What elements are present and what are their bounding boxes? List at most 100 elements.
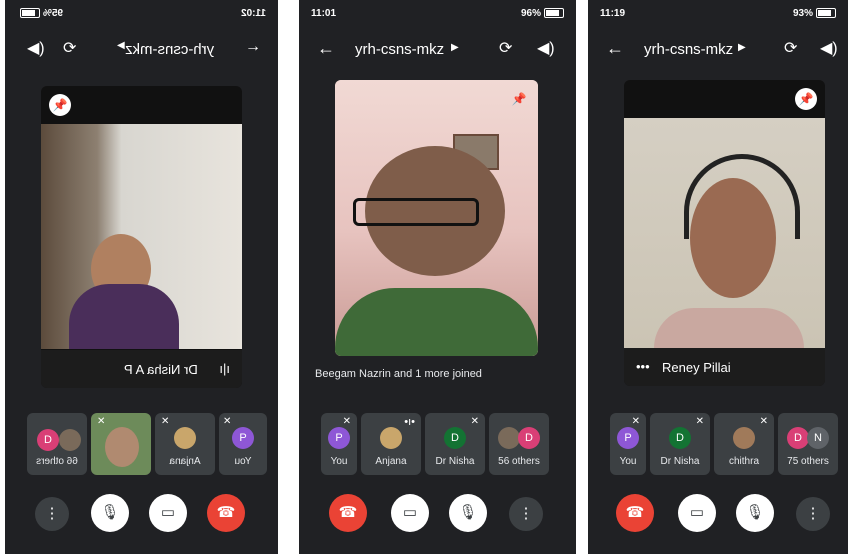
participant-label: You — [330, 456, 348, 467]
participant-chip[interactable]: •ı• Anjana — [361, 413, 421, 475]
avatar — [380, 427, 402, 449]
video-frame — [41, 124, 242, 349]
avatar: P — [232, 427, 254, 449]
pin-icon[interactable]: 📌 — [795, 88, 817, 110]
battery-indicator: 95% — [17, 8, 63, 19]
end-call-button[interactable]: ☎ — [329, 494, 367, 532]
participant-label: chithra — [728, 456, 759, 467]
status-bar: 95% 11:02 — [5, 6, 278, 22]
participant-label: Anjana — [169, 456, 201, 467]
avatar: P — [328, 427, 350, 449]
main-video-tile[interactable]: 📌 Dr Nisha A P ı|ı — [41, 86, 242, 388]
participant-chip[interactable]: D 56 others — [489, 413, 549, 475]
tile-participant-name: Dr Nisha A P — [124, 362, 198, 377]
participant-chip[interactable]: P ✕ You — [321, 413, 357, 475]
participant-chip[interactable]: D 66 others — [27, 413, 87, 475]
avatar — [59, 429, 81, 451]
participant-body — [335, 288, 538, 356]
more-dots-icon[interactable]: ••• — [636, 359, 650, 374]
mic-off-icon: ✕ — [759, 416, 768, 427]
battery-indicator: 96% — [521, 8, 564, 19]
avatar — [733, 427, 755, 449]
more-options-button[interactable]: ⋮ — [35, 497, 69, 531]
status-bar: 11:01 96% — [299, 6, 576, 22]
mic-toggle-button[interactable]: 🎙︎ — [449, 494, 487, 532]
more-options-button[interactable]: ⋮ — [509, 497, 543, 531]
participant-label: You — [619, 456, 637, 467]
clock: 11:19 — [600, 8, 626, 19]
back-arrow-icon[interactable]: → — [245, 38, 261, 56]
switch-camera-icon[interactable]: ⟳ — [784, 38, 797, 58]
participant-chip[interactable]: P ✕ You — [610, 413, 646, 475]
participant-label: Dr Nisha — [660, 456, 700, 467]
caret-icon: ◀ — [117, 40, 125, 51]
participant-chip[interactable]: D N 75 others — [778, 413, 838, 475]
participant-label: 66 others — [36, 456, 78, 467]
clock: 11:01 — [311, 8, 337, 19]
participant-label: Dr Nisha — [435, 456, 475, 467]
screen-2: 11:01 96% ← yrh-csns-mkz ▶ ⟳ ◀) 📌 Beegam… — [299, 0, 576, 554]
participant-chip[interactable]: ✕ Anjana — [155, 413, 215, 475]
switch-camera-icon[interactable]: ⟳ — [63, 38, 76, 58]
participant-chip[interactable]: ✕ chithra — [714, 413, 774, 475]
switch-camera-icon[interactable]: ⟳ — [499, 38, 512, 58]
speaker-icon[interactable]: ◀) — [537, 38, 555, 58]
meeting-code[interactable]: yrh-csns-mkz — [125, 41, 214, 58]
participant-label: 75 others — [787, 456, 829, 467]
mic-toggle-button[interactable]: 🎙︎ — [91, 494, 129, 532]
call-header: ◀) ⟳ yrh-csns-mkz ◀ → — [5, 34, 278, 64]
participant-body — [69, 284, 179, 349]
tile-name-bar: Dr Nisha A P ı|ı — [41, 350, 242, 388]
mic-toggle-button[interactable]: 🎙︎ — [736, 494, 774, 532]
caret-icon: ▶ — [738, 42, 746, 53]
camera-toggle-button[interactable]: ▭ — [149, 494, 187, 532]
thumbnail-face — [105, 427, 139, 467]
speaker-icon[interactable]: ◀) — [820, 38, 838, 58]
participant-label: 56 others — [498, 456, 540, 467]
avatar: P — [617, 427, 639, 449]
screen-1: 95% 11:02 ◀) ⟳ yrh-csns-mkz ◀ → 📌 Dr Nis… — [5, 0, 278, 554]
mic-off-icon: ✕ — [695, 416, 704, 427]
end-call-button[interactable]: ☎ — [207, 494, 245, 532]
glasses — [353, 198, 479, 226]
back-arrow-icon[interactable]: ← — [606, 38, 624, 59]
pin-icon[interactable]: 📌 — [49, 94, 71, 116]
participant-label: Anjana — [375, 456, 407, 467]
battery-indicator: 93% — [793, 8, 836, 19]
speaking-icon: •ı• — [404, 416, 415, 428]
avatar: D — [787, 427, 809, 449]
caret-icon: ▶ — [451, 42, 459, 53]
tile-participant-name: Reney Pillai — [662, 360, 731, 375]
end-call-button[interactable]: ☎ — [616, 494, 654, 532]
mic-off-icon: ✕ — [97, 416, 106, 427]
meeting-code[interactable]: yrh-csns-mkz — [355, 41, 444, 58]
battery-text: 93% — [792, 8, 813, 19]
participant-chip[interactable]: D ✕ Dr Nisha — [650, 413, 710, 475]
join-notification: Beegam Nazrin and 1 more joined — [315, 368, 482, 380]
participant-chip[interactable]: D ✕ Dr Nisha — [425, 413, 485, 475]
avatar — [498, 427, 520, 449]
main-video-tile[interactable]: 📌 ••• Reney Pillai — [624, 80, 825, 386]
camera-toggle-button[interactable]: ▭ — [391, 494, 429, 532]
call-header: ← yrh-csns-mkz ▶ ⟳ ◀) — [299, 34, 576, 64]
camera-toggle-button[interactable]: ▭ — [678, 494, 716, 532]
avatar: D — [518, 427, 540, 449]
clock: 11:02 — [240, 8, 266, 19]
speaker-icon[interactable]: ◀) — [27, 38, 45, 58]
participant-chip-video[interactable]: ✕ — [91, 413, 151, 475]
participant-chip[interactable]: P ✕ You — [219, 413, 267, 475]
status-bar: 11:19 93% — [588, 6, 848, 22]
participant-label: You — [234, 456, 252, 467]
avatar: D — [669, 427, 691, 449]
mic-off-icon: ✕ — [631, 416, 640, 427]
video-frame — [624, 118, 825, 348]
battery-text: 96% — [520, 8, 541, 19]
main-video-tile[interactable]: 📌 — [335, 80, 538, 356]
audio-level-icon: ı|ı — [219, 361, 230, 376]
back-arrow-icon[interactable]: ← — [317, 38, 335, 59]
meeting-code[interactable]: yrh-csns-mkz — [644, 41, 733, 58]
screen-3: 11:19 93% ← yrh-csns-mkz ▶ ⟳ ◀) 📌 ••• Re… — [588, 0, 848, 554]
more-options-button[interactable]: ⋮ — [796, 497, 830, 531]
pin-icon[interactable]: 📌 — [508, 88, 530, 110]
mic-off-icon: ✕ — [470, 416, 479, 427]
